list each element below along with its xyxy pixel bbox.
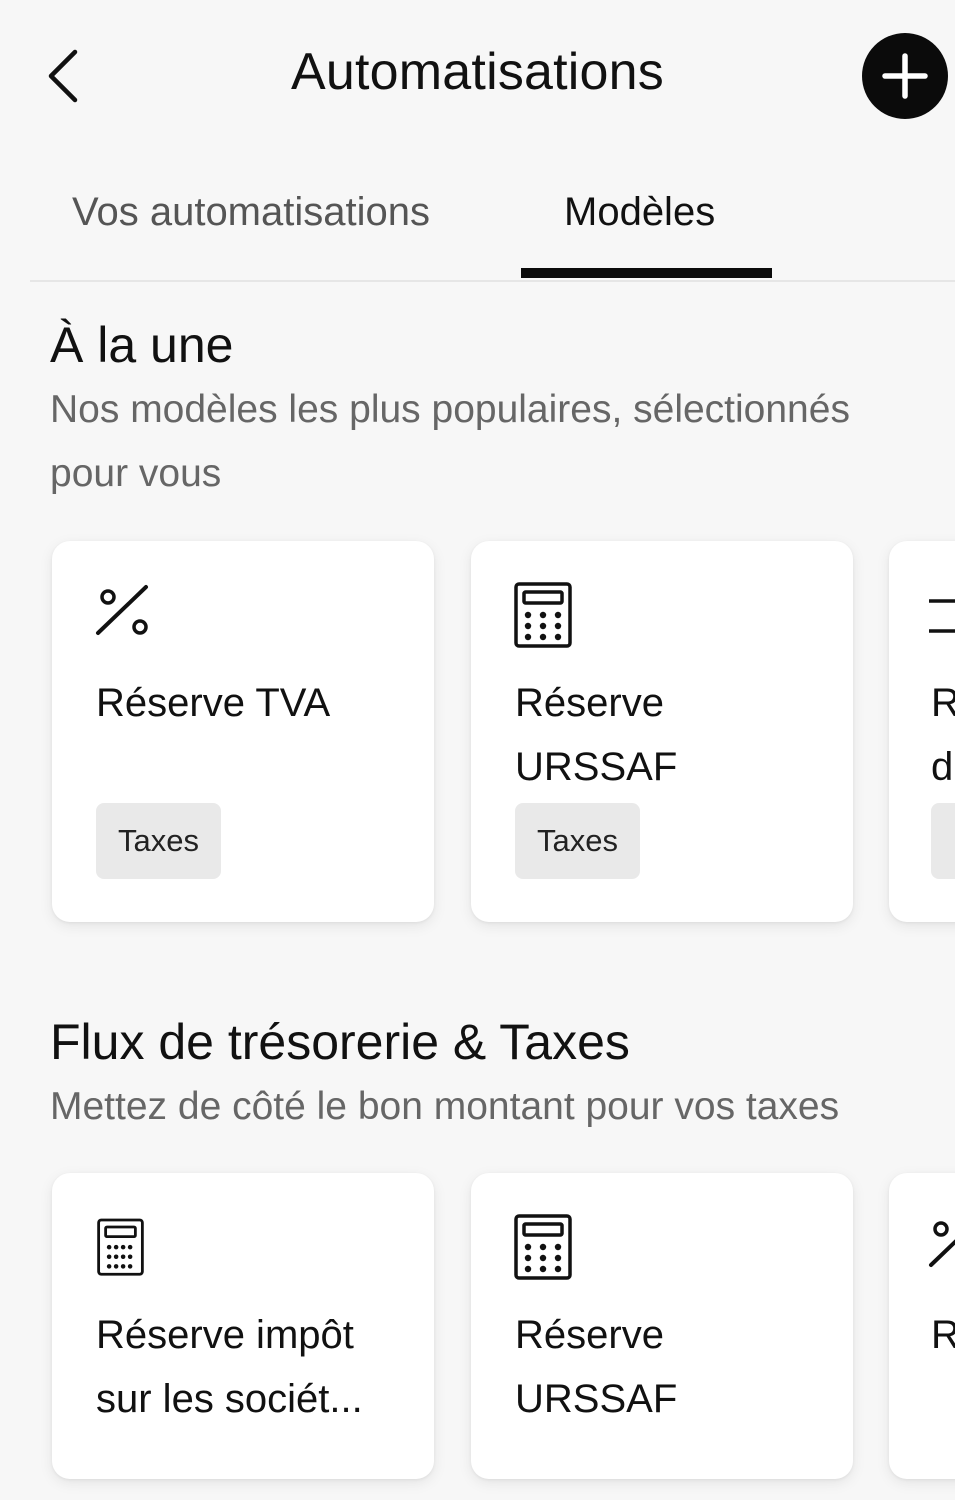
card-title: Réserve TVA [96, 681, 331, 725]
template-card-partial-2[interactable]: R [889, 1173, 955, 1479]
percent-icon [929, 1221, 955, 1267]
tab-bar: Vos automatisations Modèles [30, 170, 955, 282]
template-card-partial[interactable]: R d [889, 541, 955, 922]
template-card-urssaf-reserve[interactable]: Réserve URSSAF Taxes [471, 541, 853, 922]
split-icon [929, 599, 955, 633]
add-automation-button[interactable] [862, 33, 948, 119]
category-tag: Taxes [96, 803, 221, 879]
calculator-icon [514, 582, 572, 648]
featured-section-title: À la une [50, 317, 234, 373]
automations-screen: Automatisations Vos automatisations Modè… [0, 0, 955, 1500]
cashflow-section-title: Flux de trésorerie & Taxes [50, 1014, 630, 1070]
category-tag [931, 803, 955, 879]
template-card-vat-reserve[interactable]: Réserve TVA Taxes [52, 541, 434, 922]
plus-icon [882, 53, 928, 99]
calculator-icon [514, 1214, 572, 1280]
cashflow-section-subtitle: Mettez de côté le bon montant pour vos t… [50, 1085, 840, 1128]
featured-section-subtitle-line2: pour vous [50, 452, 222, 495]
tab-your-automations[interactable]: Vos automatisations [72, 190, 430, 235]
featured-section-subtitle-line1: Nos modèles les plus populaires, sélecti… [50, 388, 850, 431]
card-title: Réserve impôt sur les sociét... [96, 1313, 363, 1421]
card-title: Réserve URSSAF [515, 681, 678, 789]
percent-icon [96, 585, 148, 635]
template-card-urssaf-reserve-2[interactable]: Réserve URSSAF [471, 1173, 853, 1479]
card-title: Réserve URSSAF [515, 1313, 678, 1421]
calculator-icon [97, 1218, 144, 1276]
template-card-corporate-tax-reserve[interactable]: Réserve impôt sur les sociét... [52, 1173, 434, 1479]
tab-models[interactable]: Modèles [564, 190, 715, 235]
category-tag: Taxes [515, 803, 640, 879]
active-tab-indicator [521, 268, 772, 278]
page-title: Automatisations [291, 43, 664, 101]
card-title: R [931, 1313, 955, 1357]
card-title: R d [931, 681, 955, 789]
